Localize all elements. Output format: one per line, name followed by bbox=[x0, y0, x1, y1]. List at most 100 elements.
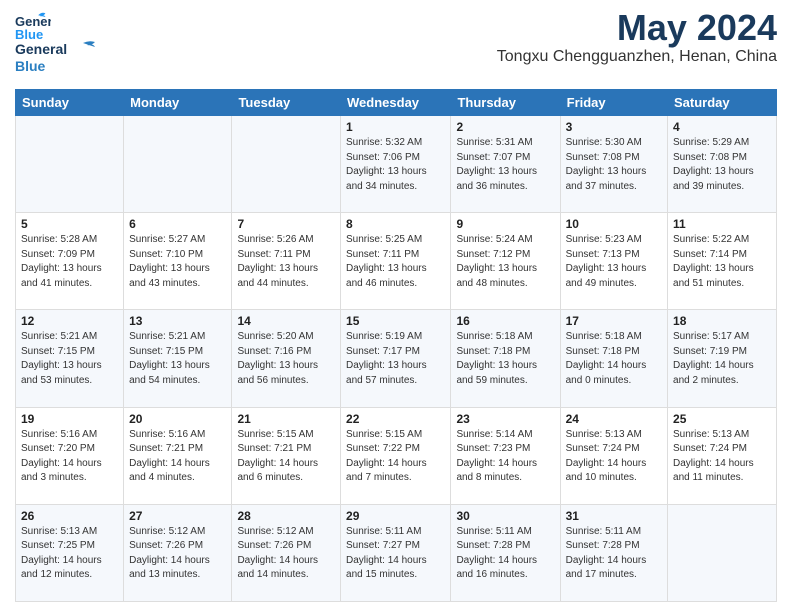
calendar-cell: 5 Sunrise: 5:28 AMSunset: 7:09 PMDayligh… bbox=[16, 213, 124, 310]
day-info: Sunrise: 5:21 AMSunset: 7:15 PMDaylight:… bbox=[129, 330, 226, 388]
day-number: 9 bbox=[456, 217, 554, 231]
day-info: Sunrise: 5:15 AMSunset: 7:21 PMDaylight:… bbox=[237, 428, 335, 486]
calendar-cell: 4 Sunrise: 5:29 AMSunset: 7:08 PMDayligh… bbox=[668, 116, 777, 213]
day-info: Sunrise: 5:26 AMSunset: 7:11 PMDaylight:… bbox=[237, 233, 335, 291]
day-number: 1 bbox=[346, 120, 445, 134]
day-info: Sunrise: 5:13 AMSunset: 7:25 PMDaylight:… bbox=[21, 525, 118, 583]
day-info: Sunrise: 5:25 AMSunset: 7:11 PMDaylight:… bbox=[346, 233, 445, 291]
day-info: Sunrise: 5:30 AMSunset: 7:08 PMDaylight:… bbox=[566, 136, 662, 194]
calendar-cell: 28 Sunrise: 5:12 AMSunset: 7:26 PMDaylig… bbox=[232, 504, 341, 601]
calendar-cell: 20 Sunrise: 5:16 AMSunset: 7:21 PMDaylig… bbox=[124, 407, 232, 504]
day-number: 28 bbox=[237, 509, 335, 523]
day-info: Sunrise: 5:16 AMSunset: 7:21 PMDaylight:… bbox=[129, 428, 226, 486]
calendar-cell bbox=[124, 116, 232, 213]
location: Tongxu Chengguanzhen, Henan, China bbox=[497, 48, 777, 66]
month-title: May 2024 bbox=[497, 10, 777, 46]
calendar-cell: 18 Sunrise: 5:17 AMSunset: 7:19 PMDaylig… bbox=[668, 310, 777, 407]
day-info: Sunrise: 5:13 AMSunset: 7:24 PMDaylight:… bbox=[673, 428, 771, 486]
day-number: 5 bbox=[21, 217, 118, 231]
page: General Blue General Blue May 2024 Tongx… bbox=[0, 0, 792, 612]
svg-text:Blue: Blue bbox=[15, 27, 43, 42]
day-info: Sunrise: 5:18 AMSunset: 7:18 PMDaylight:… bbox=[566, 330, 662, 388]
day-number: 10 bbox=[566, 217, 662, 231]
weekday-header-friday: Friday bbox=[560, 90, 667, 116]
day-number: 2 bbox=[456, 120, 554, 134]
day-number: 23 bbox=[456, 412, 554, 426]
calendar-cell: 27 Sunrise: 5:12 AMSunset: 7:26 PMDaylig… bbox=[124, 504, 232, 601]
day-number: 29 bbox=[346, 509, 445, 523]
day-number: 16 bbox=[456, 314, 554, 328]
day-number: 19 bbox=[21, 412, 118, 426]
weekday-header-tuesday: Tuesday bbox=[232, 90, 341, 116]
calendar-cell bbox=[668, 504, 777, 601]
calendar-cell: 10 Sunrise: 5:23 AMSunset: 7:13 PMDaylig… bbox=[560, 213, 667, 310]
calendar-cell: 21 Sunrise: 5:15 AMSunset: 7:21 PMDaylig… bbox=[232, 407, 341, 504]
day-number: 30 bbox=[456, 509, 554, 523]
day-number: 18 bbox=[673, 314, 771, 328]
calendar-cell: 19 Sunrise: 5:16 AMSunset: 7:20 PMDaylig… bbox=[16, 407, 124, 504]
day-info: Sunrise: 5:12 AMSunset: 7:26 PMDaylight:… bbox=[237, 525, 335, 583]
weekday-header-sunday: Sunday bbox=[16, 90, 124, 116]
week-row-5: 26 Sunrise: 5:13 AMSunset: 7:25 PMDaylig… bbox=[16, 504, 777, 601]
calendar-cell: 9 Sunrise: 5:24 AMSunset: 7:12 PMDayligh… bbox=[451, 213, 560, 310]
day-info: Sunrise: 5:17 AMSunset: 7:19 PMDaylight:… bbox=[673, 330, 771, 388]
calendar-cell: 24 Sunrise: 5:13 AMSunset: 7:24 PMDaylig… bbox=[560, 407, 667, 504]
calendar-cell: 14 Sunrise: 5:20 AMSunset: 7:16 PMDaylig… bbox=[232, 310, 341, 407]
day-info: Sunrise: 5:14 AMSunset: 7:23 PMDaylight:… bbox=[456, 428, 554, 486]
day-info: Sunrise: 5:13 AMSunset: 7:24 PMDaylight:… bbox=[566, 428, 662, 486]
calendar: SundayMondayTuesdayWednesdayThursdayFrid… bbox=[15, 89, 777, 602]
day-info: Sunrise: 5:11 AMSunset: 7:28 PMDaylight:… bbox=[456, 525, 554, 583]
calendar-cell: 12 Sunrise: 5:21 AMSunset: 7:15 PMDaylig… bbox=[16, 310, 124, 407]
day-number: 8 bbox=[346, 217, 445, 231]
calendar-cell: 25 Sunrise: 5:13 AMSunset: 7:24 PMDaylig… bbox=[668, 407, 777, 504]
header-right: May 2024 Tongxu Chengguanzhen, Henan, Ch… bbox=[497, 10, 777, 66]
day-info: Sunrise: 5:16 AMSunset: 7:20 PMDaylight:… bbox=[21, 428, 118, 486]
day-info: Sunrise: 5:20 AMSunset: 7:16 PMDaylight:… bbox=[237, 330, 335, 388]
week-row-4: 19 Sunrise: 5:16 AMSunset: 7:20 PMDaylig… bbox=[16, 407, 777, 504]
day-number: 6 bbox=[129, 217, 226, 231]
day-number: 3 bbox=[566, 120, 662, 134]
calendar-cell: 3 Sunrise: 5:30 AMSunset: 7:08 PMDayligh… bbox=[560, 116, 667, 213]
day-info: Sunrise: 5:22 AMSunset: 7:14 PMDaylight:… bbox=[673, 233, 771, 291]
day-info: Sunrise: 5:27 AMSunset: 7:10 PMDaylight:… bbox=[129, 233, 226, 291]
calendar-cell: 13 Sunrise: 5:21 AMSunset: 7:15 PMDaylig… bbox=[124, 310, 232, 407]
calendar-cell: 29 Sunrise: 5:11 AMSunset: 7:27 PMDaylig… bbox=[341, 504, 451, 601]
day-info: Sunrise: 5:29 AMSunset: 7:08 PMDaylight:… bbox=[673, 136, 771, 194]
calendar-cell: 22 Sunrise: 5:15 AMSunset: 7:22 PMDaylig… bbox=[341, 407, 451, 504]
day-number: 12 bbox=[21, 314, 118, 328]
calendar-cell: 16 Sunrise: 5:18 AMSunset: 7:18 PMDaylig… bbox=[451, 310, 560, 407]
calendar-cell: 8 Sunrise: 5:25 AMSunset: 7:11 PMDayligh… bbox=[341, 213, 451, 310]
day-info: Sunrise: 5:23 AMSunset: 7:13 PMDaylight:… bbox=[566, 233, 662, 291]
header: General Blue General Blue May 2024 Tongx… bbox=[15, 10, 777, 81]
calendar-cell: 6 Sunrise: 5:27 AMSunset: 7:10 PMDayligh… bbox=[124, 213, 232, 310]
calendar-cell: 23 Sunrise: 5:14 AMSunset: 7:23 PMDaylig… bbox=[451, 407, 560, 504]
weekday-header-row: SundayMondayTuesdayWednesdayThursdayFrid… bbox=[16, 90, 777, 116]
day-number: 20 bbox=[129, 412, 226, 426]
day-info: Sunrise: 5:11 AMSunset: 7:28 PMDaylight:… bbox=[566, 525, 662, 583]
day-number: 25 bbox=[673, 412, 771, 426]
calendar-cell: 2 Sunrise: 5:31 AMSunset: 7:07 PMDayligh… bbox=[451, 116, 560, 213]
day-number: 17 bbox=[566, 314, 662, 328]
day-info: Sunrise: 5:12 AMSunset: 7:26 PMDaylight:… bbox=[129, 525, 226, 583]
calendar-cell bbox=[16, 116, 124, 213]
calendar-cell: 1 Sunrise: 5:32 AMSunset: 7:06 PMDayligh… bbox=[341, 116, 451, 213]
calendar-cell: 31 Sunrise: 5:11 AMSunset: 7:28 PMDaylig… bbox=[560, 504, 667, 601]
day-number: 26 bbox=[21, 509, 118, 523]
day-number: 13 bbox=[129, 314, 226, 328]
calendar-cell bbox=[232, 116, 341, 213]
svg-text:Blue: Blue bbox=[15, 58, 46, 74]
logo: General Blue General Blue bbox=[15, 10, 105, 81]
day-info: Sunrise: 5:21 AMSunset: 7:15 PMDaylight:… bbox=[21, 330, 118, 388]
day-number: 7 bbox=[237, 217, 335, 231]
weekday-header-wednesday: Wednesday bbox=[341, 90, 451, 116]
day-info: Sunrise: 5:24 AMSunset: 7:12 PMDaylight:… bbox=[456, 233, 554, 291]
day-info: Sunrise: 5:18 AMSunset: 7:18 PMDaylight:… bbox=[456, 330, 554, 388]
weekday-header-monday: Monday bbox=[124, 90, 232, 116]
day-info: Sunrise: 5:28 AMSunset: 7:09 PMDaylight:… bbox=[21, 233, 118, 291]
week-row-2: 5 Sunrise: 5:28 AMSunset: 7:09 PMDayligh… bbox=[16, 213, 777, 310]
day-number: 27 bbox=[129, 509, 226, 523]
day-info: Sunrise: 5:11 AMSunset: 7:27 PMDaylight:… bbox=[346, 525, 445, 583]
calendar-cell: 26 Sunrise: 5:13 AMSunset: 7:25 PMDaylig… bbox=[16, 504, 124, 601]
weekday-header-thursday: Thursday bbox=[451, 90, 560, 116]
calendar-cell: 17 Sunrise: 5:18 AMSunset: 7:18 PMDaylig… bbox=[560, 310, 667, 407]
